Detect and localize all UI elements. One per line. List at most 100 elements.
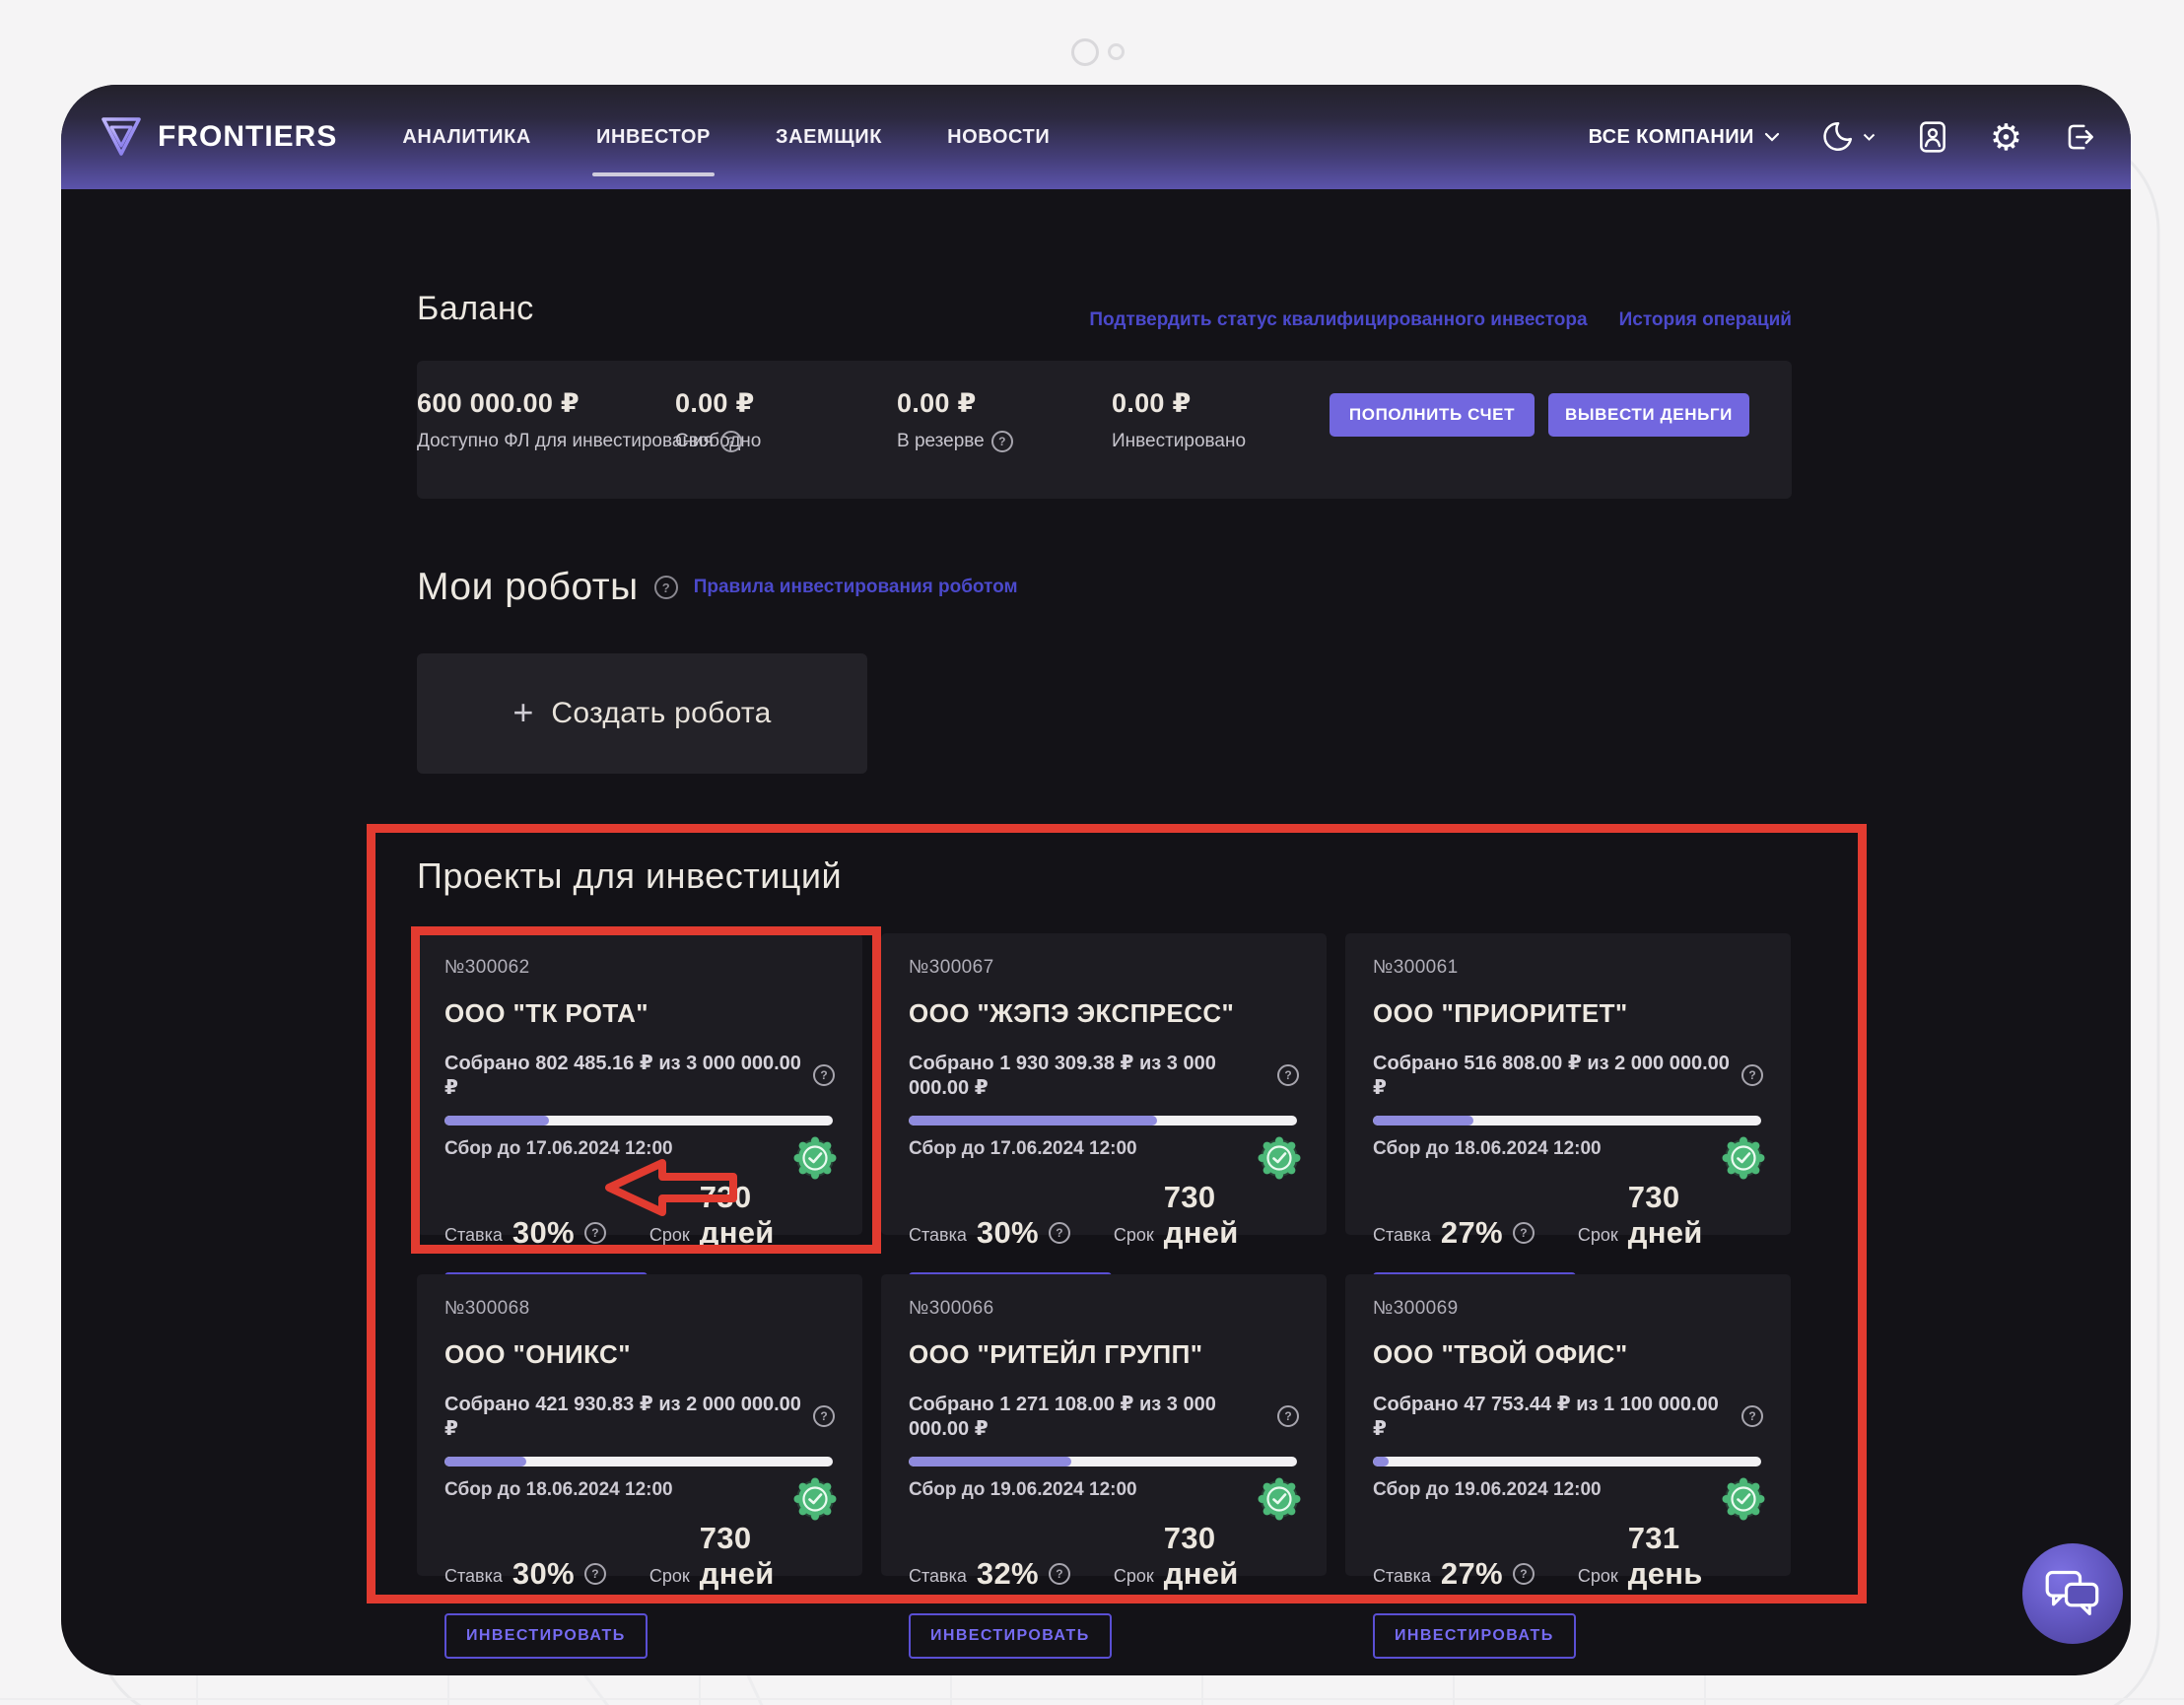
collected-text: Собрано 1 271 108.00 ₽ из 3 000 000.00 ₽ (909, 1392, 1268, 1441)
rate-value: 27% (1441, 1556, 1503, 1592)
term-label: Срок (649, 1225, 690, 1251)
balance-value: 600 000.00 ₽ (417, 388, 742, 419)
balance-item: 0.00 ₽ В резерве ? (897, 388, 1013, 454)
project-company-name: ООО "ПРИОРИТЕТ" (1373, 998, 1763, 1029)
verified-badge-icon (1258, 1136, 1301, 1180)
frontiers-logo-icon (99, 115, 144, 159)
projects-grid: №300062 ООО "ТК РОТА" Собрано 802 485.16… (417, 933, 1791, 1576)
device-camera-ring (1071, 38, 1099, 66)
confirm-qualified-investor-link[interactable]: Подтвердить статус квалифицированного ин… (1089, 309, 1587, 331)
info-icon[interactable]: ? (720, 431, 742, 452)
progress-bar-fill (909, 1116, 1157, 1125)
plus-icon: + (512, 692, 533, 733)
info-icon[interactable]: ? (1741, 1405, 1763, 1427)
balance-value: 0.00 ₽ (1112, 388, 1294, 419)
balance-label-text: Инвестировано (1112, 429, 1246, 454)
balance-value: 0.00 ₽ (897, 388, 1013, 419)
info-icon[interactable]: ? (1277, 1405, 1299, 1427)
project-deadline: Сбор до 18.06.2024 12:00 (444, 1479, 835, 1501)
rate-term-row: Ставка 27% ? Срок 731 день (1373, 1521, 1763, 1592)
project-company-name: ООО "ТВОЙ ОФИС" (1373, 1339, 1763, 1370)
robot-rules-link[interactable]: Правила инвестирования роботом (694, 577, 1018, 598)
rate-term-row: Ставка 30% ? Срок 730 дней (444, 1180, 835, 1251)
info-icon[interactable]: ? (1049, 1563, 1070, 1585)
rate-value: 30% (512, 1556, 575, 1592)
brand-logo[interactable]: FRONTIERS (99, 115, 337, 159)
progress-bar-fill (444, 1457, 526, 1466)
rate-value: 32% (977, 1556, 1039, 1592)
chat-button[interactable] (2022, 1543, 2123, 1644)
project-deadline: Сбор до 17.06.2024 12:00 (444, 1138, 835, 1160)
project-collected-line: Собрано 1 930 309.38 ₽ из 3 000 000.00 ₽… (909, 1051, 1299, 1100)
robots-title: Мои роботы (417, 566, 639, 609)
deposit-button[interactable]: ПОПОЛНИТЬ СЧЕТ (1330, 393, 1535, 437)
term-label: Срок (1578, 1566, 1618, 1592)
info-icon[interactable]: ? (1741, 1064, 1763, 1086)
project-card: №300062 ООО "ТК РОТА" Собрано 802 485.16… (417, 933, 862, 1235)
project-collected-line: Собрано 421 930.83 ₽ из 2 000 000.00 ₽ ? (444, 1392, 835, 1441)
info-icon[interactable]: ? (654, 576, 678, 599)
project-company-name: ООО "ТК РОТА" (444, 998, 835, 1029)
theme-toggle[interactable] (1819, 119, 1876, 155)
rate-term-row: Ставка 30% ? Срок 730 дней (909, 1180, 1299, 1251)
gear-icon: ⚙ (1990, 119, 2022, 156)
invest-button[interactable]: ИНВЕСТИРОВАТЬ (444, 1613, 648, 1659)
progress-bar (444, 1116, 833, 1125)
create-robot-label: Создать робота (551, 697, 771, 730)
collected-text: Собрано 1 930 309.38 ₽ из 3 000 000.00 ₽ (909, 1051, 1268, 1100)
term-label: Срок (649, 1566, 690, 1592)
projects-title: Проекты для инвестиций (417, 855, 842, 897)
settings-button[interactable]: ⚙ (1990, 119, 2022, 156)
balance-label: В резерве ? (897, 429, 1013, 454)
term-label: Срок (1114, 1225, 1154, 1251)
project-company-name: ООО "РИТЕЙЛ ГРУПП" (909, 1339, 1299, 1370)
progress-bar-fill (1373, 1116, 1473, 1125)
progress-bar-fill (444, 1116, 549, 1125)
balance-label-text: Доступно ФЛ для инвестирования (417, 429, 714, 454)
progress-bar (909, 1116, 1297, 1125)
info-icon[interactable]: ? (813, 1405, 835, 1427)
progress-bar (1373, 1116, 1761, 1125)
device-camera-dot (1108, 43, 1125, 60)
collected-text: Собрано 516 808.00 ₽ из 2 000 000.00 ₽ (1373, 1051, 1733, 1100)
chevron-down-icon (1863, 133, 1876, 142)
progress-bar-fill (909, 1457, 1071, 1466)
create-robot-button[interactable]: + Создать робота (417, 653, 867, 774)
info-icon[interactable]: ? (584, 1563, 606, 1585)
term-value: 730 дней (700, 1521, 835, 1592)
project-number: №300069 (1373, 1298, 1763, 1320)
term-label: Срок (1578, 1225, 1618, 1251)
invest-button[interactable]: ИНВЕСТИРОВАТЬ (1373, 1613, 1576, 1659)
collected-text: Собрано 802 485.16 ₽ из 3 000 000.00 ₽ (444, 1051, 804, 1100)
balance-label-text: В резерве (897, 429, 985, 454)
info-icon[interactable]: ? (991, 431, 1013, 452)
profile-button[interactable] (1915, 119, 1950, 155)
info-icon[interactable]: ? (813, 1064, 835, 1086)
invest-button[interactable]: ИНВЕСТИРОВАТЬ (909, 1613, 1112, 1659)
logout-button[interactable] (2062, 119, 2097, 155)
project-deadline: Сбор до 18.06.2024 12:00 (1373, 1138, 1763, 1160)
rate-term-row: Ставка 27% ? Срок 730 дней (1373, 1180, 1763, 1251)
balance-item: 600 000.00 ₽ Доступно ФЛ для инвестирова… (417, 388, 742, 454)
main-content: Баланс Подтвердить статус квалифицирован… (417, 85, 1792, 1675)
balance-title: Баланс (417, 290, 534, 328)
balance-card: 0.00 ₽ Свободно ? 0.00 ₽ В резерве ? (417, 361, 1792, 499)
info-icon[interactable]: ? (1277, 1064, 1299, 1086)
balance-links: Подтвердить статус квалифицированного ин… (1089, 309, 1792, 331)
project-card: №300068 ООО "ОНИКС" Собрано 421 930.83 ₽… (417, 1274, 862, 1576)
balance-label: Инвестировано ? (1112, 429, 1294, 454)
info-icon[interactable]: ? (584, 1222, 606, 1244)
term-value: 730 дней (1164, 1521, 1299, 1592)
info-icon[interactable]: ? (1513, 1222, 1535, 1244)
info-icon[interactable]: ? (1049, 1222, 1070, 1244)
progress-bar-fill (1373, 1457, 1389, 1466)
project-deadline: Сбор до 19.06.2024 12:00 (1373, 1479, 1763, 1501)
rate-value: 30% (512, 1215, 575, 1251)
withdraw-button[interactable]: ВЫВЕСТИ ДЕНЬГИ (1548, 393, 1749, 437)
progress-bar (1373, 1457, 1761, 1466)
progress-bar (444, 1457, 833, 1466)
operations-history-link[interactable]: История операций (1619, 309, 1792, 331)
verified-badge-icon (793, 1136, 837, 1180)
project-number: №300061 (1373, 957, 1763, 979)
info-icon[interactable]: ? (1513, 1563, 1535, 1585)
